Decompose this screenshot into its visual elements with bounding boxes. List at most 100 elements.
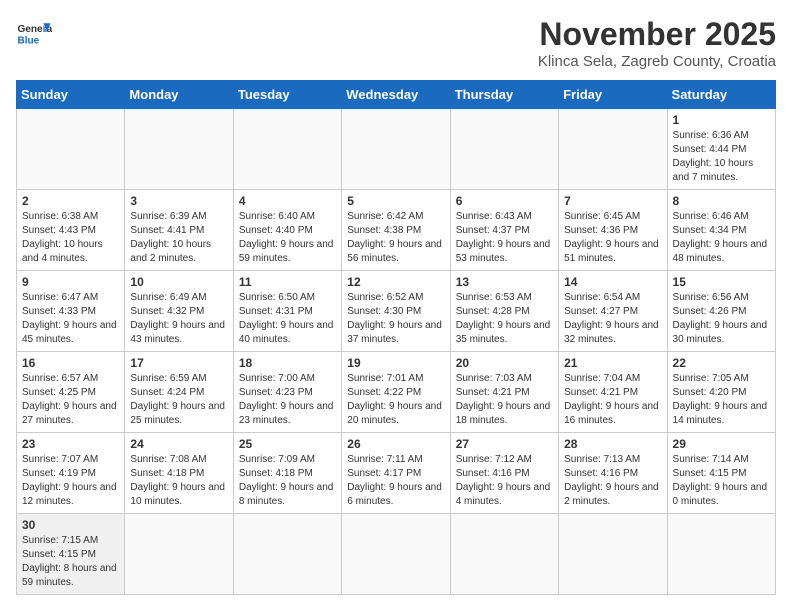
day-info: Sunrise: 6:42 AM Sunset: 4:38 PM Dayligh… (347, 210, 444, 266)
day-info: Sunrise: 6:43 AM Sunset: 4:37 PM Dayligh… (456, 210, 553, 266)
day-number: 7 (564, 194, 661, 208)
day-info: Sunrise: 7:00 AM Sunset: 4:23 PM Dayligh… (239, 372, 336, 428)
day-info: Sunrise: 7:09 AM Sunset: 4:18 PM Dayligh… (239, 453, 336, 509)
calendar-cell: 8 Sunrise: 6:46 AM Sunset: 4:34 PM Daylig… (667, 190, 775, 271)
logo: General Blue (16, 16, 52, 52)
day-number: 19 (347, 356, 444, 370)
day-number: 29 (673, 437, 770, 451)
day-number: 13 (456, 275, 553, 289)
day-info: Sunrise: 7:11 AM Sunset: 4:17 PM Dayligh… (347, 453, 444, 509)
logo-icon: General Blue (16, 16, 52, 52)
calendar-cell: 19Sunrise: 7:01 AM Sunset: 4:22 PM Dayli… (342, 352, 450, 433)
day-number: 8 (673, 194, 770, 208)
calendar-cell: 22Sunrise: 7:05 AM Sunset: 4:20 PM Dayli… (667, 352, 775, 433)
calendar-cell: 25 Sunrise: 7:09 AM Sunset: 4:18 PM Dayli… (233, 433, 341, 514)
day-info: Sunrise: 7:03 AM Sunset: 4:21 PM Dayligh… (456, 372, 553, 428)
calendar-cell: 7 Sunrise: 6:45 AM Sunset: 4:36 PM Daylig… (559, 190, 667, 271)
calendar-cell: 5 Sunrise: 6:42 AM Sunset: 4:38 PM Daylig… (342, 190, 450, 271)
calendar-cell: 6Sunrise: 6:43 AM Sunset: 4:37 PM Daylig… (450, 190, 558, 271)
day-number: 1 (673, 113, 770, 127)
calendar-cell: 10Sunrise: 6:49 AM Sunset: 4:32 PM Dayli… (125, 271, 233, 352)
day-info: Sunrise: 6:45 AM Sunset: 4:36 PM Dayligh… (564, 210, 661, 266)
day-number: 3 (130, 194, 227, 208)
calendar-title: November 2025 (538, 16, 776, 53)
day-info: Sunrise: 6:57 AM Sunset: 4:25 PM Dayligh… (22, 372, 119, 428)
day-info: Sunrise: 6:56 AM Sunset: 4:26 PM Dayligh… (673, 291, 770, 347)
calendar-subtitle: Klinca Sela, Zagreb County, Croatia (538, 53, 776, 70)
day-number: 11 (239, 275, 336, 289)
calendar-cell: 28Sunrise: 7:13 AM Sunset: 4:16 PM Dayli… (559, 433, 667, 514)
calendar-cell: 13 Sunrise: 6:53 AM Sunset: 4:28 PM Dayli… (450, 271, 558, 352)
calendar-cell: 18 Sunrise: 7:00 AM Sunset: 4:23 PM Dayli… (233, 352, 341, 433)
day-info: Sunrise: 6:40 AM Sunset: 4:40 PM Dayligh… (239, 210, 336, 266)
calendar-cell: 12Sunrise: 6:52 AM Sunset: 4:30 PM Dayli… (342, 271, 450, 352)
calendar-cell: 23Sunrise: 7:07 AM Sunset: 4:19 PM Dayli… (17, 433, 125, 514)
calendar-cell: 3 Sunrise: 6:39 AM Sunset: 4:41 PM Daylig… (125, 190, 233, 271)
calendar-cell: 17 Sunrise: 6:59 AM Sunset: 4:24 PM Dayli… (125, 352, 233, 433)
calendar-cell (17, 109, 125, 190)
calendar-table: SundayMondayTuesdayWednesdayThursdayFrid… (16, 80, 776, 595)
day-number: 26 (347, 437, 444, 451)
calendar-cell: 14 Sunrise: 6:54 AM Sunset: 4:27 PM Dayli… (559, 271, 667, 352)
weekday-header-thursday: Thursday (450, 81, 558, 109)
day-number: 20 (456, 356, 553, 370)
day-info: Sunrise: 6:38 AM Sunset: 4:43 PM Dayligh… (22, 210, 119, 266)
day-info: Sunrise: 6:54 AM Sunset: 4:27 PM Dayligh… (564, 291, 661, 347)
weekday-header-saturday: Saturday (667, 81, 775, 109)
calendar-cell (233, 109, 341, 190)
calendar-cell (450, 109, 558, 190)
day-number: 28 (564, 437, 661, 451)
calendar-cell (342, 109, 450, 190)
header: General Blue November 2025 Klinca Sela, … (16, 16, 776, 70)
day-number: 22 (673, 356, 770, 370)
calendar-week-row: 1 Sunrise: 6:36 AM Sunset: 4:44 PM Daylig… (17, 109, 776, 190)
day-number: 5 (347, 194, 444, 208)
day-info: Sunrise: 6:53 AM Sunset: 4:28 PM Dayligh… (456, 291, 553, 347)
day-info: Sunrise: 6:50 AM Sunset: 4:31 PM Dayligh… (239, 291, 336, 347)
day-info: Sunrise: 6:36 AM Sunset: 4:44 PM Dayligh… (673, 129, 770, 185)
calendar-week-row: 9 Sunrise: 6:47 AM Sunset: 4:33 PM Daylig… (17, 271, 776, 352)
calendar-cell: 24Sunrise: 7:08 AM Sunset: 4:18 PM Dayli… (125, 433, 233, 514)
day-info: Sunrise: 7:14 AM Sunset: 4:15 PM Dayligh… (673, 453, 770, 509)
day-number: 21 (564, 356, 661, 370)
day-number: 17 (130, 356, 227, 370)
day-number: 25 (239, 437, 336, 451)
weekday-header-sunday: Sunday (17, 81, 125, 109)
calendar-cell: 2Sunrise: 6:38 AM Sunset: 4:43 PM Daylig… (17, 190, 125, 271)
calendar-cell: 11 Sunrise: 6:50 AM Sunset: 4:31 PM Dayli… (233, 271, 341, 352)
calendar-cell: 26 Sunrise: 7:11 AM Sunset: 4:17 PM Dayli… (342, 433, 450, 514)
day-number: 27 (456, 437, 553, 451)
day-number: 24 (130, 437, 227, 451)
calendar-cell: 21 Sunrise: 7:04 AM Sunset: 4:21 PM Dayli… (559, 352, 667, 433)
calendar-cell (342, 514, 450, 595)
svg-text:Blue: Blue (17, 35, 39, 46)
calendar-cell: 20 Sunrise: 7:03 AM Sunset: 4:21 PM Dayli… (450, 352, 558, 433)
calendar-cell: 4 Sunrise: 6:40 AM Sunset: 4:40 PM Daylig… (233, 190, 341, 271)
day-info: Sunrise: 6:47 AM Sunset: 4:33 PM Dayligh… (22, 291, 119, 347)
day-info: Sunrise: 6:46 AM Sunset: 4:34 PM Dayligh… (673, 210, 770, 266)
day-info: Sunrise: 6:59 AM Sunset: 4:24 PM Dayligh… (130, 372, 227, 428)
day-number: 4 (239, 194, 336, 208)
calendar-cell: 27 Sunrise: 7:12 AM Sunset: 4:16 PM Dayli… (450, 433, 558, 514)
day-number: 30 (22, 518, 119, 532)
day-info: Sunrise: 6:52 AM Sunset: 4:30 PM Dayligh… (347, 291, 444, 347)
calendar-cell: 1 Sunrise: 6:36 AM Sunset: 4:44 PM Daylig… (667, 109, 775, 190)
weekday-header-wednesday: Wednesday (342, 81, 450, 109)
day-number: 15 (673, 275, 770, 289)
calendar-week-row: 23Sunrise: 7:07 AM Sunset: 4:19 PM Dayli… (17, 433, 776, 514)
calendar-cell: 29 Sunrise: 7:14 AM Sunset: 4:15 PM Dayli… (667, 433, 775, 514)
calendar-cell: 30Sunrise: 7:15 AM Sunset: 4:15 PM Dayli… (17, 514, 125, 595)
day-number: 10 (130, 275, 227, 289)
weekday-header-row: SundayMondayTuesdayWednesdayThursdayFrid… (17, 81, 776, 109)
calendar-cell (559, 109, 667, 190)
calendar-cell: 15 Sunrise: 6:56 AM Sunset: 4:26 PM Dayli… (667, 271, 775, 352)
calendar-cell (450, 514, 558, 595)
day-info: Sunrise: 7:12 AM Sunset: 4:16 PM Dayligh… (456, 453, 553, 509)
day-info: Sunrise: 6:39 AM Sunset: 4:41 PM Dayligh… (130, 210, 227, 266)
day-number: 18 (239, 356, 336, 370)
day-number: 9 (22, 275, 119, 289)
title-area: November 2025 Klinca Sela, Zagreb County… (538, 16, 776, 70)
day-info: Sunrise: 7:04 AM Sunset: 4:21 PM Dayligh… (564, 372, 661, 428)
day-number: 14 (564, 275, 661, 289)
calendar-cell (125, 109, 233, 190)
